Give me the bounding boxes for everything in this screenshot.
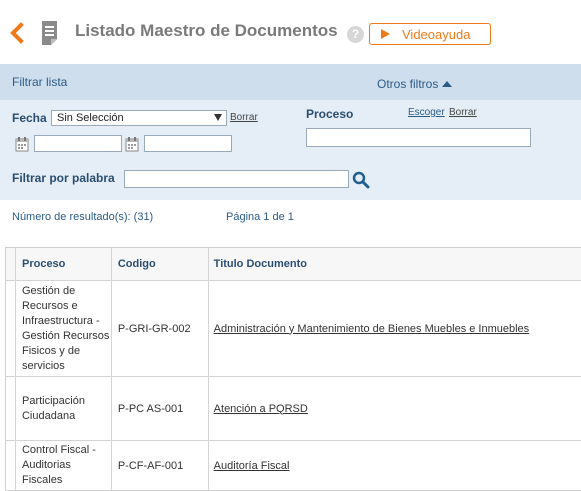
cell-proceso: Control Fiscal - Auditorias Fiscales bbox=[16, 441, 112, 490]
dropdown-arrow-icon bbox=[214, 114, 222, 121]
cell-codigo: P-CF-AF-001 bbox=[112, 441, 209, 490]
cell-titulo: Atención a PQRSD bbox=[209, 377, 581, 440]
row-spacer bbox=[6, 281, 16, 376]
cell-proceso: Participación Ciudadana bbox=[16, 377, 112, 440]
row-spacer bbox=[6, 377, 16, 440]
calendar-icon[interactable] bbox=[15, 136, 29, 152]
table-header-spacer bbox=[6, 248, 16, 280]
fecha-select-value: Sin Selección bbox=[57, 112, 124, 124]
table-row: Control Fiscal - Auditorias Fiscales P-C… bbox=[6, 441, 581, 491]
proceso-input[interactable] bbox=[306, 128, 531, 147]
cell-codigo: P-PC AS-001 bbox=[112, 377, 209, 440]
filter-panel: Filtrar lista Otros filtros Fecha Sin Se… bbox=[0, 64, 581, 200]
cell-codigo: P-GRI-GR-002 bbox=[112, 281, 209, 376]
back-chevron-icon[interactable] bbox=[8, 22, 26, 44]
fecha-select[interactable]: Sin Selección bbox=[51, 110, 227, 126]
triangle-up-icon bbox=[442, 81, 453, 87]
row-spacer bbox=[6, 441, 16, 490]
date-from-input[interactable] bbox=[34, 135, 122, 152]
page-info: Página 1 de 1 bbox=[226, 211, 294, 223]
calendar-icon[interactable] bbox=[125, 136, 139, 152]
document-title-link[interactable]: Auditoría Fiscal bbox=[214, 460, 290, 472]
filter-bar: Filtrar lista Otros filtros bbox=[0, 64, 581, 100]
document-icon bbox=[42, 21, 57, 45]
result-count: Número de resultado(s): (31) bbox=[12, 211, 154, 223]
document-title-link[interactable]: Atención a PQRSD bbox=[214, 403, 308, 415]
videoayuda-button[interactable]: Videoayuda bbox=[369, 23, 491, 45]
table-header-row: Proceso Codigo Titulo Documento bbox=[6, 248, 581, 281]
fecha-borrar-link[interactable]: Borrar bbox=[230, 112, 258, 123]
filter-title: Filtrar lista bbox=[12, 75, 68, 89]
otros-filtros-label: Otros filtros bbox=[377, 77, 439, 91]
filtrar-palabra-label: Filtrar por palabra bbox=[12, 171, 115, 185]
column-header-codigo[interactable]: Codigo bbox=[112, 248, 209, 280]
play-icon bbox=[381, 29, 390, 39]
table-row: Gestión de Recursos e Infraestructura - … bbox=[6, 281, 581, 377]
document-title-link[interactable]: Administración y Mantenimiento de Bienes… bbox=[214, 323, 530, 335]
search-icon[interactable] bbox=[352, 171, 370, 189]
cell-proceso: Gestión de Recursos e Infraestructura - … bbox=[16, 281, 112, 376]
column-header-titulo[interactable]: Titulo Documento bbox=[209, 248, 581, 280]
proceso-label: Proceso bbox=[306, 107, 354, 121]
otros-filtros-toggle[interactable]: Otros filtros bbox=[377, 77, 453, 91]
column-header-proceso[interactable]: Proceso bbox=[16, 248, 112, 280]
help-icon[interactable]: ? bbox=[347, 26, 364, 43]
search-input[interactable] bbox=[124, 170, 349, 188]
fecha-label: Fecha bbox=[12, 111, 47, 125]
page-title: Listado Maestro de Documentos bbox=[75, 21, 338, 40]
proceso-escoger-link[interactable]: Escoger bbox=[408, 107, 445, 118]
videoayuda-label: Videoayuda bbox=[402, 26, 471, 42]
proceso-borrar-link[interactable]: Borrar bbox=[449, 107, 477, 118]
documents-table: Proceso Codigo Titulo Documento Gestión … bbox=[5, 247, 581, 491]
cell-titulo: Administración y Mantenimiento de Bienes… bbox=[209, 281, 581, 376]
date-to-input[interactable] bbox=[144, 135, 232, 152]
cell-titulo: Auditoría Fiscal bbox=[209, 441, 581, 490]
table-row: Participación Ciudadana P-PC AS-001 Aten… bbox=[6, 377, 581, 441]
page-header: Listado Maestro de Documentos ? Videoayu… bbox=[0, 0, 581, 64]
